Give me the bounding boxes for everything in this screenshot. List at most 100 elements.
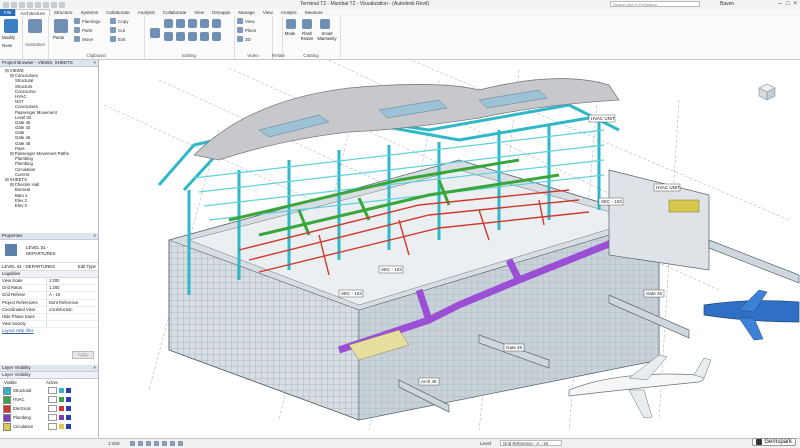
property-value[interactable]: Construction [46, 306, 98, 313]
array-icon[interactable] [188, 19, 197, 28]
properties-section[interactable]: Legalities [0, 271, 98, 278]
tab-structure[interactable]: Structure [50, 9, 77, 16]
property-row[interactable]: View Society [0, 321, 98, 329]
clipboard-btn-2[interactable]: Parts [74, 27, 93, 33]
layer-row[interactable]: HVAC [0, 395, 98, 404]
clipboard-btn-1[interactable]: Flamingo [74, 18, 101, 24]
minimize-icon[interactable]: – [779, 1, 782, 7]
move-tool-icon[interactable] [150, 28, 160, 38]
layer-color-picker[interactable] [59, 424, 64, 429]
hide-crop-icon[interactable] [170, 441, 175, 446]
animation-icon[interactable] [28, 19, 42, 33]
pin-icon[interactable] [200, 32, 209, 41]
tab-view[interactable]: View [259, 9, 277, 16]
redo-icon[interactable] [27, 1, 33, 8]
tab-file[interactable]: File [0, 9, 16, 16]
select-mode[interactable]: None [2, 43, 13, 48]
exit-button[interactable]: Exit [110, 36, 126, 42]
edit-type-button[interactable]: Edit Type [78, 263, 96, 270]
tag-icon[interactable] [51, 1, 57, 8]
tab-systems[interactable]: Systems [77, 9, 103, 16]
offset-icon[interactable] [176, 32, 185, 41]
temporary-hide-icon[interactable] [178, 441, 183, 446]
property-value[interactable]: 1:200 [46, 285, 98, 292]
property-row[interactable]: Hide Phase Dues [0, 313, 98, 322]
properties-help-link[interactable]: Layout Help 3fes [0, 328, 98, 333]
property-value[interactable] [46, 321, 98, 328]
layer-visibility-toggle[interactable] [66, 415, 71, 420]
property-row[interactable]: Project Referenzes Dont Reference [0, 299, 98, 307]
layer-row[interactable]: Structural [0, 386, 98, 395]
layer-row[interactable]: Plumbing [0, 413, 98, 422]
maximize-icon[interactable]: □ [786, 1, 790, 7]
mode-icon[interactable] [286, 19, 296, 29]
rotate-icon[interactable] [164, 19, 173, 28]
print-icon[interactable] [35, 1, 41, 8]
layer-active-field[interactable] [48, 387, 57, 394]
layer-visibility-toggle[interactable] [66, 424, 71, 429]
property-row[interactable]: Grid Ratus 1:200 [0, 285, 98, 293]
user-name[interactable]: Baven [720, 1, 734, 7]
copy-button[interactable]: Copy [110, 18, 129, 24]
delete-icon[interactable] [212, 32, 221, 41]
property-row[interactable]: View Scale 1:200 [0, 278, 98, 286]
view-scale[interactable]: 1:200 [108, 441, 120, 446]
tab-manage[interactable]: Manage [234, 9, 259, 16]
3d-view-icon[interactable] [59, 1, 65, 8]
tab-dimapps[interactable]: Dimapps [208, 9, 234, 16]
measure-icon[interactable] [43, 1, 49, 8]
modify-icon[interactable] [4, 19, 18, 33]
grid-reference-field[interactable]: Grid Reference - A - 18 [500, 440, 562, 446]
save-icon[interactable] [11, 1, 17, 8]
tab-view[interactable]: View [190, 9, 208, 16]
tab-collaborate[interactable]: Collaborate [159, 9, 191, 16]
paste-icon[interactable] [54, 19, 68, 33]
property-row[interactable]: Grid Referar A - 18 [0, 292, 98, 300]
layer-active-field[interactable] [48, 405, 57, 412]
smart-maintenity-icon[interactable] [320, 19, 330, 29]
layer-active-field[interactable] [48, 423, 57, 430]
clipboard-btn-3[interactable]: Move [74, 36, 93, 42]
layer-row[interactable]: Circulation [0, 422, 98, 431]
property-value[interactable]: A - 18 [46, 292, 98, 299]
visual-style-icon[interactable] [138, 441, 143, 446]
video-btn-2[interactable]: Place [237, 27, 256, 33]
layer-color-picker[interactable] [59, 415, 64, 420]
property-value[interactable] [46, 313, 98, 321]
layer-visibility-toggle[interactable] [66, 397, 71, 402]
3d-viewport[interactable]: HVAC UNIT HVAC UNIT SEC - 103 SEC - 103 … [99, 60, 800, 438]
layer-color-picker[interactable] [59, 406, 64, 411]
tree-node[interactable]: Elev 3 [0, 203, 98, 208]
layer-color-picker[interactable] [59, 397, 64, 402]
layer-active-field[interactable] [48, 414, 57, 421]
layer-color-picker[interactable] [59, 388, 64, 393]
mirror-icon[interactable] [176, 19, 185, 28]
close-icon[interactable]: × [93, 60, 96, 66]
property-value[interactable]: 1:200 [46, 278, 98, 285]
video-btn-3[interactable]: 3D [237, 36, 251, 42]
apply-button[interactable]: Apply [72, 351, 94, 359]
open-icon[interactable] [3, 1, 9, 8]
close-icon[interactable]: × [93, 365, 96, 371]
search-input[interactable]: Search and in Formation [610, 1, 700, 7]
instance-selector[interactable]: LEVEL 02 - DEPARTURES Edit Type [0, 263, 98, 271]
property-value[interactable]: Dont Reference [46, 299, 98, 306]
crop-view-icon[interactable] [162, 441, 167, 446]
trim-icon[interactable] [212, 19, 221, 28]
tab-analysis[interactable]: Analysis [134, 9, 159, 16]
layer-active-field[interactable] [48, 396, 57, 403]
tab-analytic[interactable]: Analytic [277, 9, 301, 16]
cut-button[interactable]: Cut [110, 27, 125, 33]
sun-path-icon[interactable] [146, 441, 151, 446]
quick-access-toolbar[interactable] [0, 1, 65, 8]
tab-measure[interactable]: Measure [301, 9, 327, 16]
flash-resize-icon[interactable] [302, 19, 312, 29]
split-icon[interactable] [188, 32, 197, 41]
scale-icon[interactable] [200, 19, 209, 28]
close-icon[interactable]: × [793, 1, 797, 7]
viewcube[interactable] [757, 82, 777, 102]
layer-visibility-toggle[interactable] [66, 406, 71, 411]
layer-row[interactable]: Electrical [0, 404, 98, 413]
undo-icon[interactable] [19, 1, 25, 8]
tab-collaborate[interactable]: Collaborate [102, 9, 134, 16]
